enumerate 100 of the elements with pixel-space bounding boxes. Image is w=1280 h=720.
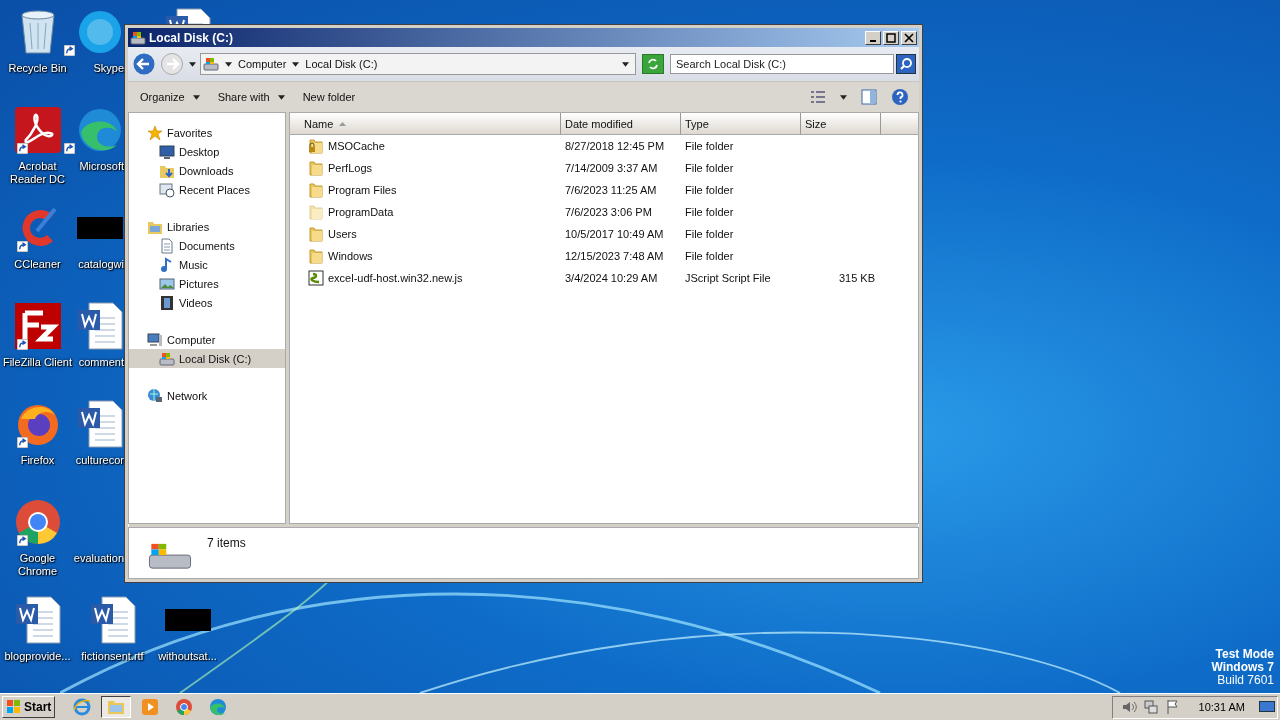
help-icon	[891, 88, 909, 106]
chrome-ring-icon	[14, 499, 61, 545]
drive-icon	[130, 29, 146, 46]
caret-icon	[225, 61, 232, 67]
column-header[interactable]: Date modified	[561, 113, 681, 134]
nav-item[interactable]: Recent Places	[129, 180, 285, 199]
caret-icon	[840, 94, 847, 100]
script-file-icon	[308, 270, 324, 286]
filezilla-app-icon	[14, 303, 61, 349]
column-header[interactable]: Size	[801, 113, 881, 134]
nav-item[interactable]: Favorites	[129, 123, 285, 142]
preview-pane-icon	[861, 89, 877, 105]
desktop-icon-label[interactable]: CCleaner	[14, 258, 61, 271]
desktop-icon-label[interactable]: comment	[78, 356, 124, 369]
taskbar-app-button[interactable]	[101, 696, 132, 718]
desktop-icon-label[interactable]: fictionsent.rtf	[81, 650, 144, 663]
table-cell-text: File folder	[684, 206, 735, 218]
nav-item[interactable]: Computer	[129, 330, 285, 349]
file-name-cell[interactable]: Program Files	[290, 182, 561, 198]
star-icon	[147, 124, 163, 141]
caret-icon	[292, 61, 300, 67]
table-cell-text: File folder	[684, 250, 735, 262]
show-desktop-button[interactable]	[1259, 701, 1275, 713]
start-button[interactable]: Start	[2, 696, 56, 718]
desktop-icon-label[interactable]: Recycle Bin	[8, 62, 67, 75]
breadcrumb-item[interactable]: Computer	[238, 58, 287, 70]
file-name-cell[interactable]: excel-udf-host.win32.new.js	[290, 270, 561, 286]
close-button[interactable]	[901, 30, 917, 45]
back-button[interactable]	[131, 51, 157, 77]
nav-item[interactable]: Local Disk (C:)	[129, 349, 285, 368]
minimize-button[interactable]	[865, 30, 881, 45]
nav-item[interactable]: Videos	[129, 293, 285, 312]
desktop-icon-label[interactable]: culturecor	[75, 454, 124, 467]
recent-places-icon	[159, 181, 175, 198]
column-header[interactable]: Type	[681, 113, 801, 134]
maximize-icon	[886, 32, 896, 43]
desktop-icon-label[interactable]: Microsoft	[79, 160, 124, 173]
details-view-icon	[810, 90, 826, 104]
drive-icon	[159, 350, 175, 367]
refresh-button[interactable]	[642, 54, 664, 74]
search-button[interactable]	[896, 54, 916, 74]
caret-icon	[622, 61, 629, 67]
file-name-cell[interactable]: Windows	[290, 248, 561, 264]
address-bar[interactable]: Computer Local Disk (C:)	[200, 53, 636, 75]
speaker-icon[interactable]	[1120, 699, 1137, 715]
toolbar-button[interactable]: New folder	[296, 88, 362, 106]
flag-icon[interactable]	[1164, 699, 1181, 715]
film-strip-icon	[159, 294, 175, 311]
search-field[interactable]: Search Local Disk (C:)	[670, 54, 894, 74]
monitor-icon	[159, 143, 175, 160]
desktop-icon-label[interactable]: catalogwi	[78, 258, 124, 271]
minimize-icon	[870, 39, 876, 42]
system-notice-text: Test Mode	[1215, 648, 1274, 661]
file-name-cell[interactable]: PerfLogs	[290, 160, 561, 176]
folder-icon	[308, 182, 324, 198]
desktop-icon-label[interactable]: evaluation	[73, 552, 124, 565]
recent-pages-button[interactable]	[187, 61, 198, 67]
desktop-icon-label[interactable]: FileZilla Client	[2, 356, 73, 369]
caret-icon	[189, 61, 196, 67]
maximize-button[interactable]	[883, 30, 899, 45]
network-icon[interactable]	[1142, 699, 1159, 715]
folder-icon	[308, 204, 324, 220]
drive-icon	[203, 56, 219, 72]
nav-item[interactable]: Pictures	[129, 274, 285, 293]
desktop-icon-label[interactable]: Google Chrome	[0, 552, 75, 578]
nav-item[interactable]: Libraries	[129, 217, 285, 236]
table-cell-text: File folder	[684, 140, 735, 152]
redacted-block	[164, 609, 211, 631]
desktop-icon-label[interactable]: withoutsat...	[158, 650, 217, 663]
locked-folder-icon	[308, 138, 324, 154]
clock[interactable]: 10:31 AM	[1198, 701, 1245, 713]
folder-icon	[308, 160, 324, 176]
column-header[interactable]: Name	[290, 113, 561, 134]
desktop-icon-label[interactable]: Firefox	[20, 454, 55, 467]
nav-item[interactable]: Music	[129, 255, 285, 274]
refresh-icon	[646, 57, 660, 71]
nav-item[interactable]: Network	[129, 386, 285, 405]
file-name-cell[interactable]: Users	[290, 226, 561, 242]
table-cell-text: 3/4/2024 10:29 AM	[564, 272, 659, 284]
file-name-cell[interactable]: MSOCache	[290, 138, 561, 154]
toolbar-button[interactable]: Organize	[134, 88, 206, 106]
breadcrumb-item[interactable]: Local Disk (C:)	[305, 58, 378, 70]
pdf-app-icon	[14, 107, 61, 153]
system-notice-text: Windows 7	[1211, 661, 1274, 674]
table-cell-text: 7/6/2023 11:25 AM	[564, 184, 658, 196]
nav-item[interactable]: Documents	[129, 236, 285, 255]
desktop-icon-label[interactable]: Skype	[93, 62, 124, 75]
wave-logo-icon	[76, 107, 123, 153]
globe-e-icon	[73, 698, 92, 716]
nav-item[interactable]: Downloads	[129, 161, 285, 180]
desktop-icon-label[interactable]: blogprovide...	[4, 650, 71, 663]
file-name-cell[interactable]: ProgramData	[290, 204, 561, 220]
toolbar-button[interactable]: Share with	[211, 88, 291, 106]
desktop-icon-label[interactable]: Acrobat Reader DC	[0, 160, 75, 186]
close-icon	[904, 32, 914, 43]
nav-item[interactable]: Desktop	[129, 142, 285, 161]
folder-icon	[308, 226, 324, 242]
table-cell-text: 12/15/2023 7:48 AM	[564, 250, 665, 262]
wave-logo-icon	[209, 698, 228, 716]
s-logo-icon	[76, 9, 123, 55]
